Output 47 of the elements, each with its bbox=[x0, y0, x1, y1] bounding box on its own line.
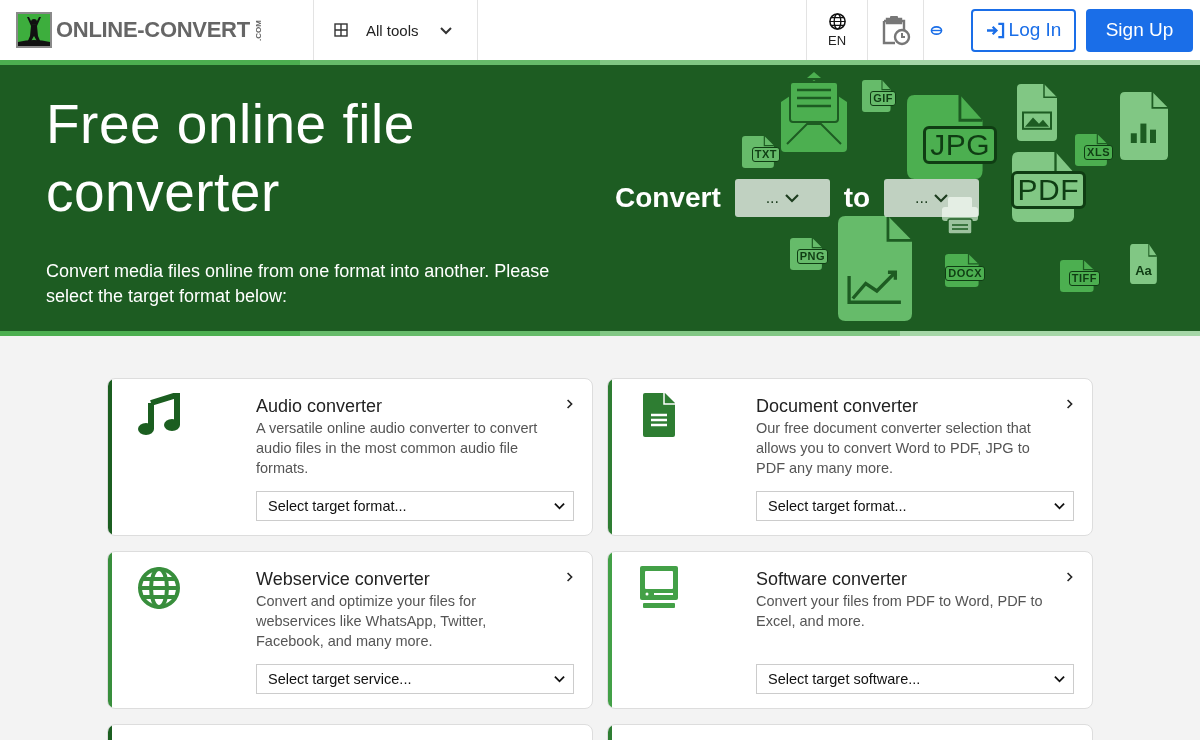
login-button[interactable]: Log In bbox=[971, 8, 1076, 52]
chevron-down-icon bbox=[1054, 675, 1065, 683]
card-description: A versatile online audio converter to convert audio files in the most common audio file formats. bbox=[256, 419, 539, 478]
sign-in-icon bbox=[985, 21, 1005, 39]
clipboard-clock-icon bbox=[880, 14, 911, 46]
music-note-icon bbox=[137, 393, 181, 437]
card-description: Convert and optimize your files for webservices like WhatsApp, Twitter, Facebook, and many more. bbox=[256, 592, 488, 651]
computer-icon bbox=[637, 566, 681, 610]
format-dropdown[interactable]: Select target software... bbox=[756, 664, 1074, 694]
converter-card[interactable]: Document converter Our free document converter selection that allows you to convert Word to PDF, JPG to PDF any many more. Select target format... bbox=[607, 378, 1093, 536]
card-title[interactable]: Webservice converter bbox=[256, 568, 430, 590]
hero-subtitle: Convert media files online from one format into another. Please select the target format below: bbox=[46, 260, 551, 308]
card-title[interactable]: Document converter bbox=[756, 395, 919, 417]
card-description: Our free document converter selection that allows you to convert Word to PDF, JPG to PDF any many more. bbox=[756, 419, 1032, 478]
chart-file-icon bbox=[1120, 92, 1168, 160]
card-title[interactable]: Audio converter bbox=[256, 395, 383, 417]
convert-label: Convert bbox=[615, 182, 721, 214]
converter-card[interactable]: Webservice converter Convert and optimize your files for webservices like WhatsApp, Twitter, Facebook, and many more. Select target service... bbox=[107, 551, 593, 709]
chevron-down-icon bbox=[554, 502, 565, 510]
card-title[interactable]: Software converter bbox=[756, 568, 908, 590]
image-file-icon bbox=[1017, 84, 1057, 141]
signup-button[interactable]: Sign Up bbox=[1086, 8, 1193, 52]
coin-icon[interactable] bbox=[930, 24, 943, 36]
format-dropdown[interactable]: Select target format... bbox=[756, 491, 1074, 521]
target-format-dropdown[interactable]: ... bbox=[884, 179, 980, 217]
chevron-down-icon bbox=[934, 193, 949, 203]
chevron-down-icon bbox=[1054, 502, 1065, 510]
hero-title: Free online file converter bbox=[46, 92, 416, 225]
logo-figure-icon bbox=[16, 12, 52, 48]
chevron-down-icon bbox=[784, 193, 799, 203]
chevron-right-icon[interactable] bbox=[1066, 398, 1074, 410]
converter-card[interactable]: Software converter Convert your files from PDF to Word, PDF to Excel, and more. Select target software... bbox=[607, 551, 1093, 709]
chevron-down-icon bbox=[554, 675, 565, 683]
to-label: to bbox=[843, 182, 871, 214]
card-description: Convert your files from PDF to Word, PDF to Excel, and more. bbox=[756, 592, 1044, 631]
globe-icon bbox=[827, 12, 847, 31]
chevron-right-icon[interactable] bbox=[566, 571, 574, 583]
chevron-right-icon[interactable] bbox=[566, 398, 574, 410]
format-dropdown[interactable]: Select target format... bbox=[256, 491, 574, 521]
format-dropdown[interactable]: Select target service... bbox=[256, 664, 574, 694]
converter-card[interactable]: Audio converter A versatile online audio converter to convert audio files in the most common audio file formats. Select target format... bbox=[107, 378, 593, 536]
grid-icon bbox=[334, 23, 348, 37]
globe-icon bbox=[137, 566, 181, 610]
source-format-dropdown[interactable]: ... bbox=[734, 179, 830, 217]
trend-file-icon bbox=[838, 216, 912, 321]
chevron-right-icon[interactable] bbox=[1066, 571, 1074, 583]
document-icon bbox=[643, 393, 675, 437]
